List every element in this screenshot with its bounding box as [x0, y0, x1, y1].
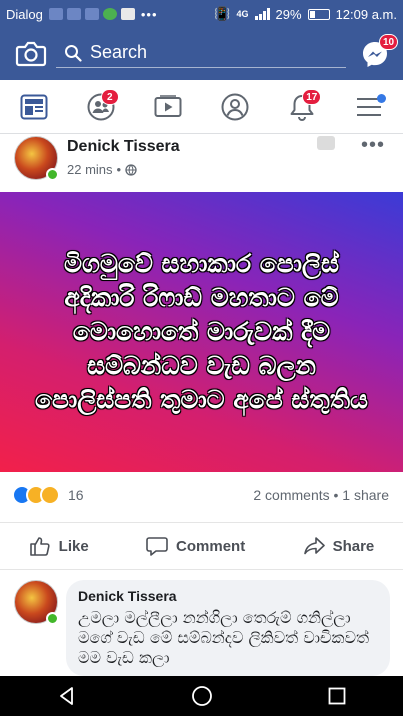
- top-bar: Search 10: [0, 28, 403, 80]
- insights-icon[interactable]: [317, 136, 335, 150]
- messenger-icon[interactable]: 10: [361, 34, 399, 68]
- camera-icon[interactable]: [15, 41, 47, 67]
- system-nav-bar: [0, 676, 403, 716]
- commenter-avatar[interactable]: [14, 580, 59, 625]
- message-notification-icon: [66, 8, 81, 20]
- post-actions: Like Comment Share: [0, 522, 403, 570]
- tab-notifications[interactable]: 17: [282, 87, 322, 127]
- carrier-name: Dialog: [6, 6, 43, 22]
- thumbs-up-icon: [29, 537, 50, 556]
- more-notifications-icon: •••: [140, 6, 158, 22]
- tab-menu[interactable]: [349, 87, 389, 127]
- search-icon: [65, 44, 82, 62]
- clock: 12:09 a.m.: [335, 6, 397, 22]
- vibrate-icon: 📳: [214, 6, 231, 21]
- author-avatar[interactable]: [14, 136, 59, 181]
- comment-icon: [146, 537, 168, 556]
- notifications-badge: 17: [302, 88, 322, 105]
- image-notification-icon: [120, 8, 135, 20]
- post-time: 22 mins: [67, 162, 113, 177]
- wow-reaction-icon: [40, 485, 60, 505]
- comment-text: උමලා මල්ලීලා නන්ගිලා තෙරුම් ගනිල්ලා මගේ …: [78, 608, 369, 667]
- nav-tabs: 2 17: [0, 80, 403, 134]
- share-icon: [303, 537, 325, 555]
- notification-icon: [48, 8, 63, 20]
- friends-badge: 2: [100, 88, 119, 105]
- tab-watch[interactable]: [148, 87, 188, 127]
- share-button[interactable]: Share: [303, 535, 375, 557]
- post-image[interactable]: මිගමුවේ සහාකාර පොලිස් අදිකාරි රිෆාඩ් මහත…: [0, 192, 403, 472]
- reactions-row[interactable]: 16 2 comments • 1 share: [0, 480, 403, 510]
- battery-percent: 29%: [275, 6, 302, 22]
- app-notification-icon: [84, 8, 99, 20]
- status-bar: Dialog ••• 📳 4G 29% 12:09 a.m.: [0, 0, 403, 28]
- messenger-badge: 10: [379, 34, 399, 50]
- recents-icon[interactable]: [328, 687, 346, 705]
- post-header: Denick Tissera 22 mins • •••: [0, 134, 403, 192]
- search-input[interactable]: Search: [56, 38, 346, 68]
- tab-friends[interactable]: 2: [81, 87, 121, 127]
- post-timestamp[interactable]: 22 mins •: [67, 162, 137, 177]
- like-label: Like: [58, 537, 89, 555]
- search-placeholder: Search: [90, 42, 148, 62]
- reaction-icons: [12, 485, 60, 505]
- more-options-icon[interactable]: •••: [361, 134, 385, 157]
- comments-share-count[interactable]: 2 comments • 1 share: [253, 487, 389, 503]
- tab-news-feed[interactable]: [14, 87, 54, 127]
- meta-separator: •: [116, 162, 122, 177]
- online-indicator: [46, 168, 59, 181]
- news-feed-icon: [20, 94, 48, 119]
- watch-icon: [154, 94, 182, 117]
- profile-icon: [221, 93, 249, 120]
- battery-icon: [307, 8, 330, 20]
- reaction-count: 16: [68, 487, 84, 503]
- comment-label: Comment: [176, 537, 246, 555]
- comment-button[interactable]: Comment: [146, 535, 245, 557]
- comment-bubble[interactable]: Denick Tissera උමලා මල්ලීලා නන්ගිලා තෙරු…: [66, 580, 390, 676]
- network-type: 4G: [236, 9, 249, 19]
- share-label: Share: [332, 537, 375, 555]
- post-author[interactable]: Denick Tissera: [67, 138, 180, 156]
- tab-profile[interactable]: [215, 87, 255, 127]
- globe-icon: [125, 163, 137, 176]
- whatsapp-notification-icon: [102, 8, 117, 20]
- comment-item: Denick Tissera උමලා මල්ලීලා නන්ගිලා තෙරු…: [0, 576, 403, 676]
- home-icon[interactable]: [191, 685, 213, 707]
- signal-icon: [254, 8, 270, 20]
- commenter-name[interactable]: Denick Tissera: [78, 588, 378, 604]
- commenter-online-indicator: [46, 612, 59, 625]
- like-button[interactable]: Like: [29, 535, 89, 557]
- back-icon[interactable]: [57, 686, 77, 706]
- menu-dot-indicator: [377, 93, 387, 103]
- post-image-text: මිගමුවේ සහාකාර පොලිස් අදිකාරි රිෆාඩ් මහත…: [35, 249, 368, 414]
